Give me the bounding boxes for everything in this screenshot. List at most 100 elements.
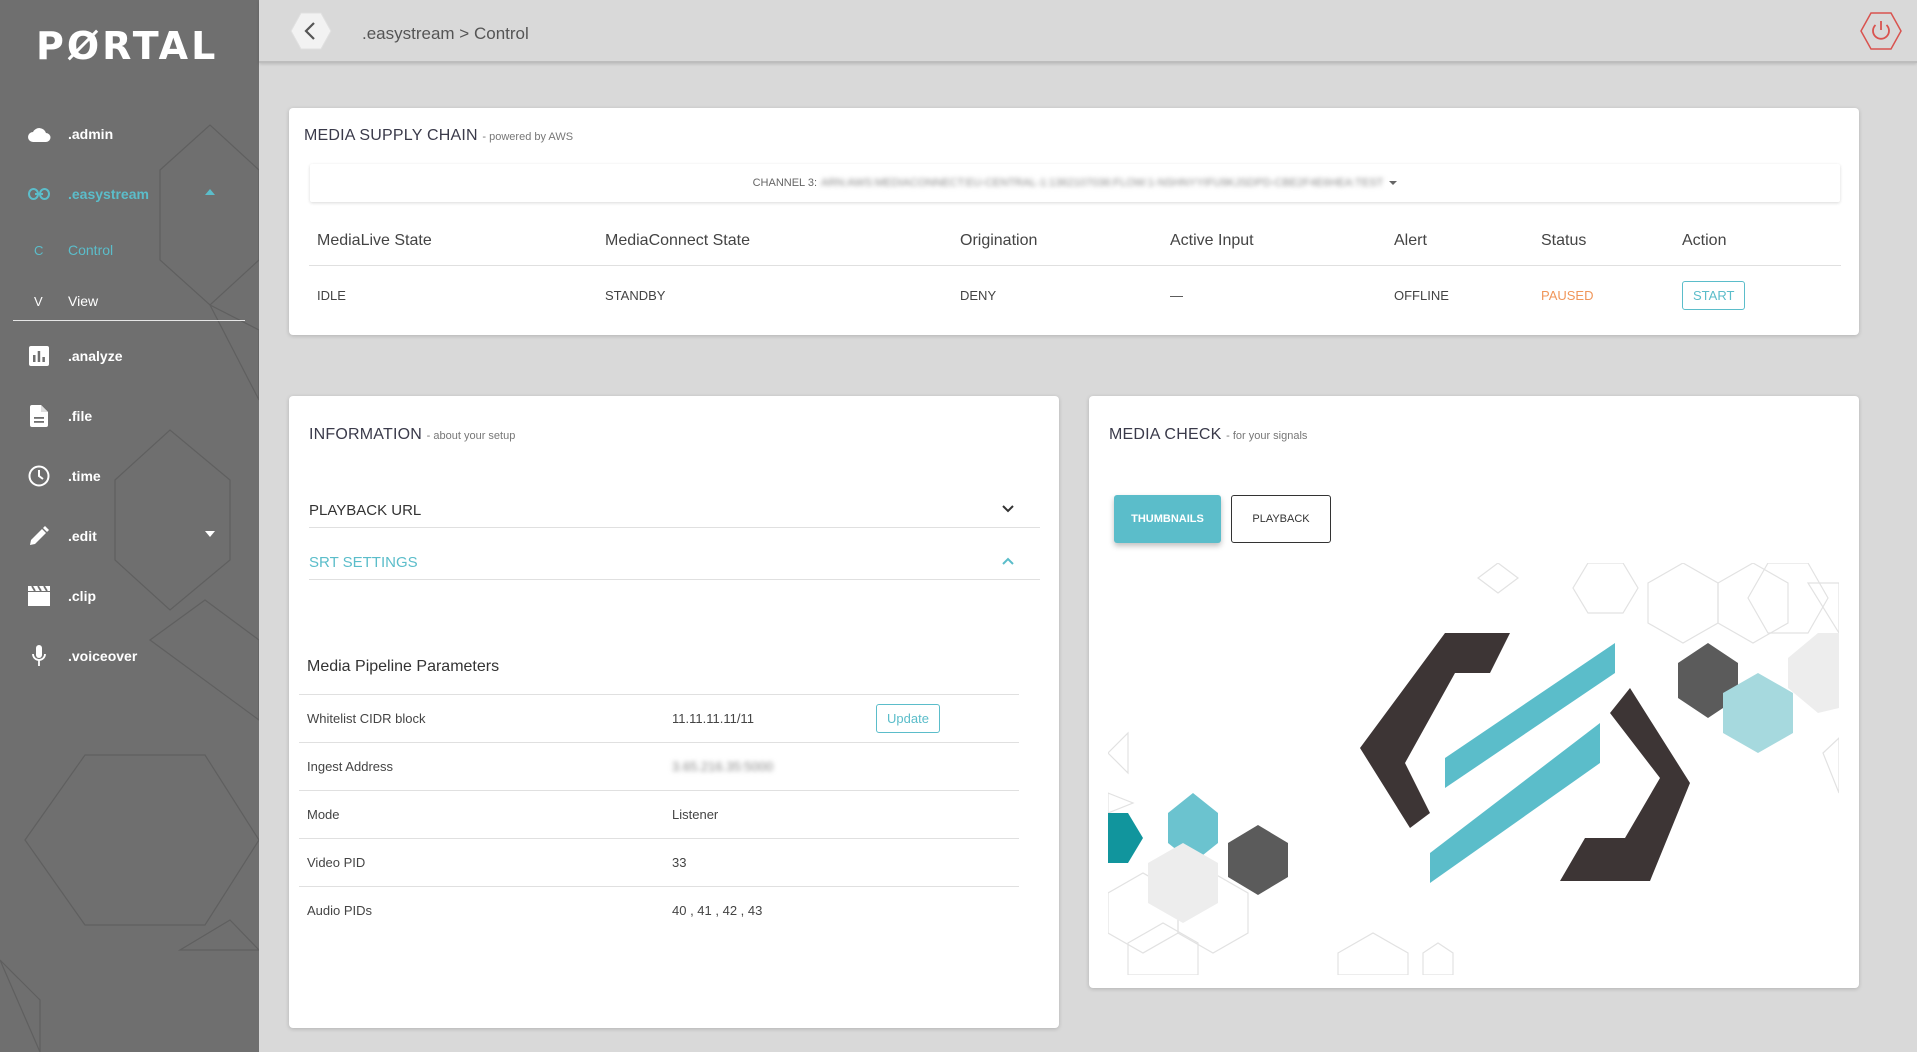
status-table: MediaLive State MediaConnect State Origi… [309, 216, 1841, 324]
nav-item-clip[interactable]: .clip [0, 576, 259, 616]
param-row: Mode Listener [299, 790, 1019, 838]
card-title: MEDIA CHECK - for your signals [1109, 426, 1307, 444]
media-check-card: MEDIA CHECK - for your signals THUMBNAIL… [1089, 396, 1859, 988]
dropdown-arrow-icon [1389, 181, 1398, 185]
param-row: Whitelist CIDR block 11.11.11.11/11 Upda… [299, 694, 1019, 742]
nav-item-admin[interactable]: .admin [0, 114, 259, 154]
column-header: MediaLive State [317, 231, 432, 249]
chevron-down-icon [1002, 505, 1014, 513]
nav-item-voiceover[interactable]: .voiceover [0, 636, 259, 676]
param-row: Ingest Address 3.65.216.35:5000 [299, 742, 1019, 790]
pencil-icon [26, 523, 52, 549]
chevron-left-icon [290, 12, 332, 50]
column-header: Alert [1394, 231, 1427, 249]
title-text: INFORMATION [309, 426, 423, 443]
medialive-state: IDLE [317, 287, 346, 303]
status-badge: PAUSED [1541, 287, 1594, 303]
thumbnails-button[interactable]: THUMBNAILS [1114, 495, 1221, 543]
link-icon [26, 181, 52, 207]
start-button[interactable]: START [1682, 280, 1746, 310]
collapse-caret-icon[interactable] [205, 189, 215, 195]
param-key: Audio PIDs [307, 903, 373, 918]
thumbnail-placeholder-image [1108, 563, 1839, 975]
mediaconnect-state: STANDBY [605, 287, 666, 303]
sub-item-label: View [68, 293, 99, 309]
active-input: — [1170, 287, 1183, 303]
param-value: Listener [672, 807, 719, 822]
alert: OFFLINE [1394, 287, 1449, 303]
param-key: Ingest Address [307, 759, 393, 774]
param-key: Mode [307, 807, 340, 822]
sub-item-view[interactable]: V View [0, 283, 259, 319]
nav-label-clip: .clip [68, 588, 97, 604]
accordion-playback-url[interactable]: PLAYBACK URL [309, 494, 1040, 528]
param-value: 3.65.216.35:5000 [672, 759, 774, 774]
title-subtitle: - for your signals [1226, 430, 1308, 442]
nav-item-edit[interactable]: .edit [0, 516, 259, 556]
cloud-icon [26, 121, 52, 147]
column-header: Active Input [1170, 231, 1254, 249]
nav-item-time[interactable]: .time [0, 456, 259, 496]
breadcrumb: .easystream > Control [362, 24, 529, 43]
nav-label-analyze: .analyze [68, 348, 123, 364]
channel-select[interactable]: CHANNEL 3: ARN:AWS:MEDIACONNECT:EU-CENTR… [310, 164, 1840, 202]
nav-label-time: .time [68, 468, 101, 484]
nav-item-file[interactable]: .file [0, 396, 259, 436]
sidebar: PØRTAL .admin .easystream C Control V Vi… [0, 0, 259, 1052]
nav-label-edit: .edit [68, 528, 97, 544]
portal-logo[interactable]: PØRTAL [36, 24, 218, 68]
column-header: Origination [960, 231, 1038, 249]
sub-item-control[interactable]: C Control [0, 232, 259, 268]
nav-label-easystream: .easystream [68, 186, 149, 202]
submenu-divider [13, 320, 245, 321]
update-button[interactable]: Update [876, 704, 940, 733]
accordion-srt-settings[interactable]: SRT SETTINGS [309, 546, 1040, 580]
sub-item-letter: C [34, 242, 44, 258]
bar-chart-icon [26, 343, 52, 369]
table-header: MediaLive State MediaConnect State Origi… [309, 216, 1841, 266]
params-title: Media Pipeline Parameters [307, 658, 500, 675]
nav-label-admin: .admin [68, 126, 114, 142]
clapperboard-icon [26, 583, 52, 609]
clock-icon [26, 463, 52, 489]
param-value: 33 [672, 855, 687, 870]
document-icon [26, 403, 52, 429]
params-table: Whitelist CIDR block 11.11.11.11/11 Upda… [299, 694, 1019, 934]
param-value: 40 , 41 , 42 , 43 [672, 903, 763, 918]
column-header: Action [1682, 231, 1727, 249]
param-row: Video PID 33 [299, 838, 1019, 886]
nav-item-analyze[interactable]: .analyze [0, 336, 259, 376]
sub-item-label: Control [68, 242, 114, 258]
title-text: MEDIA SUPPLY CHAIN [304, 127, 478, 144]
media-supply-chain-card: MEDIA SUPPLY CHAIN - powered by AWS CHAN… [289, 108, 1859, 335]
title-subtitle: - about your setup [426, 430, 516, 442]
chevron-up-icon [1002, 557, 1014, 565]
param-key: Video PID [307, 855, 366, 870]
accordion-label: SRT SETTINGS [309, 554, 418, 571]
channel-value: ARN:AWS:MEDIACONNECT:EU-CENTRAL-1:136210… [821, 177, 1384, 189]
column-header: MediaConnect State [605, 231, 750, 249]
nav-item-easystream[interactable]: .easystream [0, 174, 259, 214]
power-icon [1860, 12, 1902, 50]
channel-label: CHANNEL 3: [752, 177, 817, 189]
microphone-icon [26, 643, 52, 669]
expand-caret-icon[interactable] [205, 531, 215, 537]
column-header: Status [1541, 231, 1587, 249]
nav-label-file: .file [68, 408, 93, 424]
param-value: 11.11.11.11/11 [672, 711, 754, 726]
title-text: MEDIA CHECK [1109, 426, 1222, 443]
playback-button[interactable]: PLAYBACK [1231, 495, 1331, 543]
origination: DENY [960, 287, 997, 303]
param-key: Whitelist CIDR block [307, 711, 426, 726]
information-card: INFORMATION - about your setup PLAYBACK … [289, 396, 1059, 1028]
param-row: Audio PIDs 40 , 41 , 42 , 43 [299, 886, 1019, 934]
nav-label-voiceover: .voiceover [68, 648, 138, 664]
card-title: MEDIA SUPPLY CHAIN - powered by AWS [304, 127, 573, 145]
power-button[interactable] [1860, 10, 1902, 52]
table-row: IDLE STANDBY DENY — OFFLINE PAUSED START [309, 266, 1841, 324]
card-title: INFORMATION - about your setup [309, 426, 515, 444]
accordion-label: PLAYBACK URL [309, 502, 422, 519]
action-cell: START [1674, 280, 1834, 310]
title-subtitle: - powered by AWS [482, 131, 574, 143]
back-button[interactable] [290, 10, 332, 52]
